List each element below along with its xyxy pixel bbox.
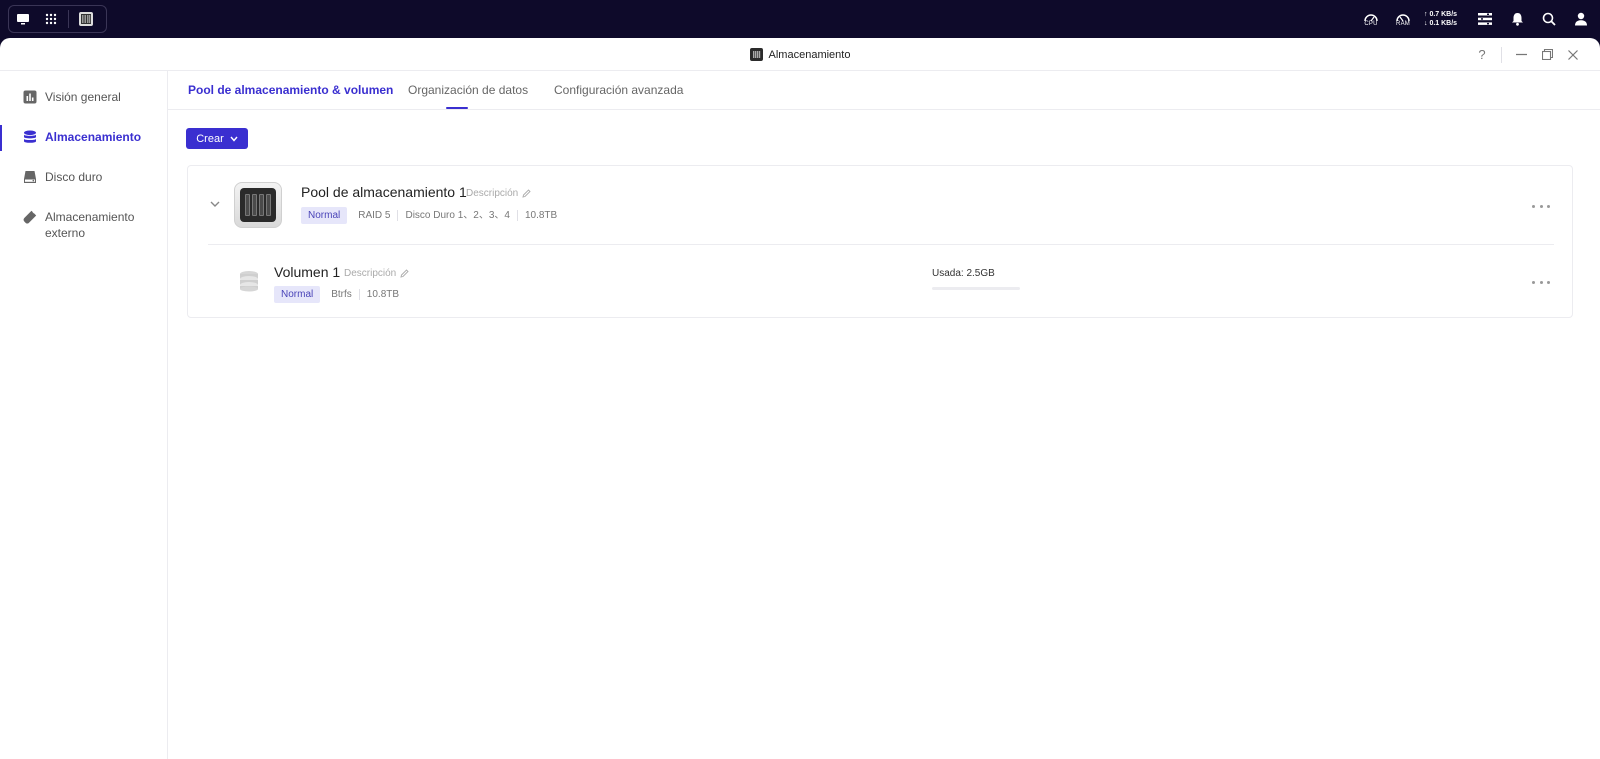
volume-icon: [240, 271, 258, 292]
sidebar-item-overview[interactable]: Visión general: [0, 89, 167, 105]
download-speed: ↓ 0.1 KB/s: [1424, 20, 1458, 27]
help-button[interactable]: ?: [1469, 42, 1495, 68]
usb-drive-icon: [23, 210, 37, 224]
pool-raid-level: RAID 5: [358, 210, 391, 221]
pool-more-options-button[interactable]: [1532, 202, 1550, 210]
chevron-down-icon: [230, 136, 238, 142]
pool-disks: Disco Duro 1、2、3、4: [397, 210, 516, 221]
notification-bell-icon[interactable]: [1506, 8, 1528, 30]
hard-drive-icon: [24, 171, 36, 183]
ram-gauge[interactable]: RAM: [1392, 6, 1414, 32]
active-tab-indicator: [446, 107, 468, 109]
volume-description-placeholder: Descripción: [344, 268, 397, 279]
controls-divider: [1501, 46, 1502, 63]
volume-filesystem: Btrfs: [331, 289, 352, 300]
restore-icon: [1541, 49, 1553, 60]
close-button[interactable]: [1560, 42, 1586, 68]
pool-name: Pool de almacenamiento 1: [301, 184, 467, 200]
close-icon: [1568, 49, 1578, 60]
volume-description[interactable]: Descripción: [344, 268, 409, 279]
volume-more-options-button[interactable]: [1532, 278, 1550, 286]
storage-pool-card: Pool de almacenamiento 1 Descripción Nor…: [187, 165, 1573, 318]
status-badge: Normal: [274, 286, 321, 303]
cpu-label: CPU: [1364, 21, 1378, 27]
pool-meta: Normal RAID 5 Disco Duro 1、2、3、4 10.8TB: [301, 207, 564, 224]
app-grid-icon[interactable]: [37, 6, 65, 32]
minimize-icon: [1515, 53, 1527, 56]
volume-name: Volumen 1: [274, 264, 341, 280]
storage-app-icon: [749, 48, 763, 61]
storage-app-taskbar-icon[interactable]: [72, 6, 100, 32]
taskbar-launcher-group: [8, 5, 107, 33]
window-controls: ?: [1469, 38, 1586, 71]
volume-meta: Normal Btrfs 10.8TB: [274, 286, 406, 303]
cpu-gauge[interactable]: CPU: [1360, 6, 1382, 32]
system-taskbar: CPU RAM ↑ 0.7 KB/s ↓ 0.1 KB/s: [0, 0, 1600, 38]
storage-pool-image: [234, 182, 282, 228]
user-account-icon[interactable]: [1570, 8, 1592, 30]
sidebar-nav: Visión general Almacenamiento Disco duro…: [0, 71, 168, 759]
sidebar-item-label: Almacenamiento: [45, 130, 142, 144]
edit-pencil-icon: [400, 269, 409, 278]
sidebar-item-hard-drive[interactable]: Disco duro: [0, 169, 167, 185]
restore-button[interactable]: [1534, 42, 1560, 68]
sidebar-item-label: Visión general: [45, 90, 121, 104]
window-titlebar[interactable]: Almacenamiento ?: [0, 38, 1600, 71]
minimize-button[interactable]: [1508, 42, 1534, 68]
taskbar-status-area: CPU RAM ↑ 0.7 KB/s ↓ 0.1 KB/s: [1360, 0, 1592, 38]
card-divider: [208, 244, 1554, 245]
pool-description-placeholder: Descripción: [466, 188, 519, 199]
search-icon[interactable]: [1538, 8, 1560, 30]
sidebar-item-label: Almacenamiento externo: [45, 210, 135, 240]
chart-icon: [23, 90, 37, 104]
database-icon: [24, 130, 36, 143]
collapse-chevron-icon[interactable]: [208, 197, 222, 211]
network-speed[interactable]: ↑ 0.7 KB/s ↓ 0.1 KB/s: [1424, 10, 1464, 28]
storage-window: Almacenamiento ? Visión general Almacena…: [0, 38, 1600, 759]
pool-capacity: 10.8TB: [516, 210, 564, 221]
volume-capacity: 10.8TB: [358, 289, 406, 300]
taskbar-divider: [68, 10, 69, 28]
volume-usage-label: Usada: 2.5GB: [932, 268, 995, 279]
pool-description[interactable]: Descripción: [466, 188, 531, 199]
task-list-icon[interactable]: [1474, 8, 1496, 30]
tab-bar: Pool de almacenamiento & volumen Organiz…: [168, 71, 1600, 110]
volume-usage-bar: [932, 287, 1020, 290]
tab-advanced-config[interactable]: Configuración avanzada: [554, 83, 683, 97]
sidebar-item-external-storage[interactable]: Almacenamiento externo: [0, 209, 167, 241]
ram-label: RAM: [1396, 21, 1410, 27]
sidebar-item-storage[interactable]: Almacenamiento: [0, 125, 167, 151]
create-button[interactable]: Crear: [186, 128, 248, 149]
edit-pencil-icon: [522, 189, 531, 198]
upload-speed: ↑ 0.7 KB/s: [1424, 11, 1458, 18]
sidebar-item-label: Disco duro: [45, 170, 103, 184]
tab-data-organization[interactable]: Organización de datos: [408, 83, 528, 97]
window-title: Almacenamiento: [768, 48, 851, 61]
create-button-label: Crear: [196, 132, 224, 145]
tab-pool-volume[interactable]: Pool de almacenamiento & volumen: [188, 83, 393, 97]
show-desktop-icon[interactable]: [9, 6, 37, 32]
status-badge: Normal: [301, 207, 348, 224]
window-title-group: Almacenamiento: [0, 38, 1600, 71]
